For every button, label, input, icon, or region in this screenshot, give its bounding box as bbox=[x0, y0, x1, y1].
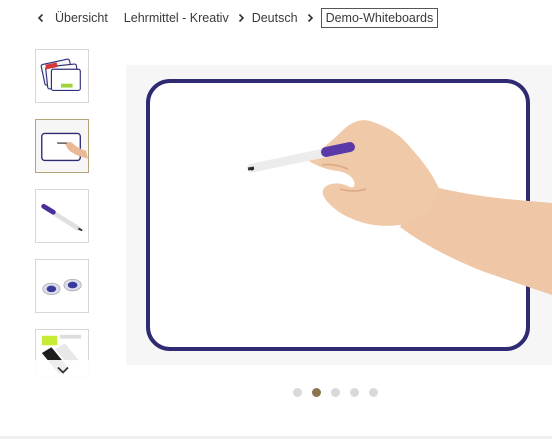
magnets-image bbox=[36, 260, 88, 312]
marker-image bbox=[36, 190, 88, 242]
thumbnail-scroll-down-button[interactable] bbox=[35, 360, 90, 380]
chevron-down-icon bbox=[56, 366, 69, 374]
back-link[interactable]: Übersicht bbox=[36, 11, 108, 25]
thumbnail-whiteboard-hand[interactable] bbox=[35, 119, 89, 173]
main-product-image[interactable] bbox=[126, 65, 552, 365]
image-pagination bbox=[293, 388, 378, 397]
pagination-dot-5[interactable] bbox=[369, 388, 378, 397]
chevron-left-icon bbox=[37, 13, 44, 23]
thumbnail-whiteboard-set[interactable] bbox=[35, 49, 89, 103]
whiteboard-hand-image bbox=[36, 120, 88, 172]
chevron-right-icon bbox=[307, 13, 313, 23]
back-link-label[interactable]: Übersicht bbox=[55, 11, 108, 25]
breadcrumb-item-lehrmittel[interactable]: Lehrmittel - Kreativ bbox=[124, 11, 229, 25]
whiteboard-set-image bbox=[36, 50, 88, 102]
breadcrumb-current[interactable]: Demo-Whiteboards bbox=[320, 8, 439, 28]
chevron-right-icon bbox=[238, 13, 244, 23]
thumbnail-list bbox=[35, 49, 90, 393]
pagination-dot-3[interactable] bbox=[331, 388, 340, 397]
pagination-dot-2[interactable] bbox=[312, 388, 321, 397]
pagination-dot-4[interactable] bbox=[350, 388, 359, 397]
thumbnail-magnets[interactable] bbox=[35, 259, 89, 313]
breadcrumb-item-deutsch[interactable]: Deutsch bbox=[252, 11, 298, 25]
thumbnail-marker[interactable] bbox=[35, 189, 89, 243]
pagination-dot-1[interactable] bbox=[293, 388, 302, 397]
breadcrumb: Übersicht Lehrmittel - Kreativ Deutsch D… bbox=[36, 7, 439, 29]
whiteboard-with-hand-image bbox=[126, 65, 552, 365]
